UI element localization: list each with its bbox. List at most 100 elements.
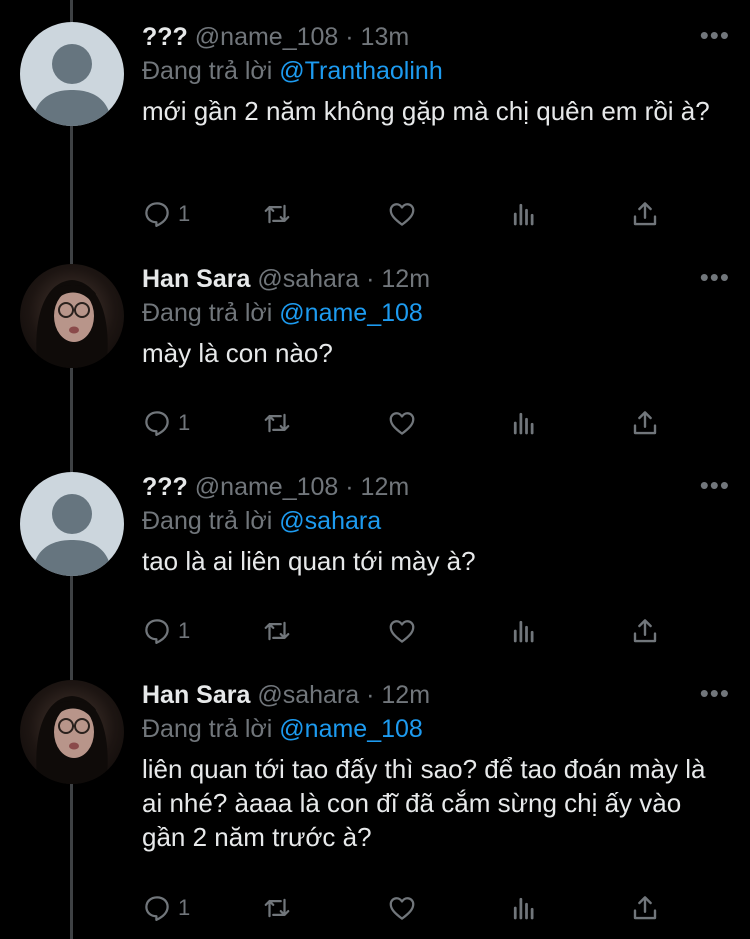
- reply-icon: [145, 896, 169, 921]
- share-icon: [633, 619, 657, 643]
- tweet[interactable]: ??? @name_108 · 13m ••• Đang trả lời @Tr…: [0, 20, 750, 252]
- reply-button[interactable]: 1: [142, 892, 190, 924]
- share-icon: [633, 896, 657, 920]
- mention-link[interactable]: @sahara: [279, 507, 381, 535]
- replying-label: Đang trả lời: [142, 57, 273, 85]
- retweet-icon: [264, 413, 290, 433]
- tweet[interactable]: Han Sara @sahara · 12m ••• Đang trả lời …: [0, 262, 750, 460]
- share-button[interactable]: [630, 615, 660, 647]
- tweet-text: liên quan tới tao đấy thì sao? để tao đo…: [142, 754, 706, 852]
- mention-link[interactable]: @name_108: [279, 299, 423, 327]
- retweet-button[interactable]: [262, 615, 292, 647]
- replying-to: Đang trả lời @sahara: [142, 506, 730, 536]
- mention-link[interactable]: @Tranthaolinh: [279, 57, 442, 85]
- thread-line: [70, 0, 73, 22]
- handle[interactable]: @sahara: [257, 265, 359, 293]
- share-icon: [633, 411, 657, 435]
- timestamp[interactable]: 12m: [361, 473, 410, 501]
- tweet-header: Han Sara @sahara · 12m: [142, 680, 730, 710]
- profile-photo: [36, 696, 108, 784]
- reply-button[interactable]: 1: [142, 615, 190, 647]
- share-button[interactable]: [630, 198, 660, 230]
- like-button[interactable]: [387, 615, 417, 647]
- more-options-icon[interactable]: •••: [700, 20, 730, 51]
- action-bar: 1: [142, 198, 662, 230]
- replying-label: Đang trả lời: [142, 507, 273, 535]
- retweet-button[interactable]: [262, 407, 292, 439]
- like-icon: [389, 897, 415, 920]
- share-button[interactable]: [630, 407, 660, 439]
- separator: ·: [366, 681, 375, 709]
- separator: ·: [345, 23, 354, 51]
- replying-to: Đang trả lời @Tranthaolinh: [142, 56, 730, 86]
- reply-icon: [145, 619, 169, 644]
- replying-to: Đang trả lời @name_108: [142, 714, 730, 744]
- reply-count: 1: [178, 618, 191, 643]
- handle[interactable]: @name_108: [195, 473, 339, 501]
- like-icon: [389, 620, 415, 643]
- analytics-icon: [513, 203, 534, 226]
- analytics-button[interactable]: [509, 892, 539, 924]
- avatar[interactable]: [20, 680, 124, 784]
- reply-count: 1: [178, 895, 191, 920]
- handle[interactable]: @sahara: [257, 681, 359, 709]
- more-options-icon[interactable]: •••: [700, 678, 730, 709]
- timestamp[interactable]: 13m: [361, 23, 410, 51]
- display-name[interactable]: Han Sara: [142, 265, 250, 293]
- analytics-icon: [513, 412, 534, 435]
- avatar[interactable]: [20, 472, 124, 576]
- analytics-icon: [513, 897, 534, 920]
- analytics-icon: [513, 620, 534, 643]
- action-bar: 1: [142, 407, 662, 439]
- reply-button[interactable]: 1: [142, 407, 190, 439]
- tweet-header: ??? @name_108 · 13m: [142, 22, 730, 52]
- action-bar: 1: [142, 892, 662, 924]
- retweet-icon: [264, 621, 290, 641]
- display-name[interactable]: Han Sara: [142, 681, 250, 709]
- more-options-icon[interactable]: •••: [700, 470, 730, 501]
- tweet[interactable]: ??? @name_108 · 12m ••• Đang trả lời @sa…: [0, 470, 750, 668]
- retweet-button[interactable]: [262, 198, 292, 230]
- reply-icon: [145, 411, 169, 436]
- default-avatar-icon: [32, 44, 112, 126]
- like-icon: [389, 412, 415, 435]
- like-button[interactable]: [387, 198, 417, 230]
- profile-photo: [36, 280, 108, 368]
- share-button[interactable]: [630, 892, 660, 924]
- tweet-text: mới gần 2 năm không gặp mà chị quên em r…: [142, 96, 710, 126]
- like-button[interactable]: [387, 407, 417, 439]
- reply-icon: [145, 202, 169, 227]
- analytics-button[interactable]: [509, 407, 539, 439]
- like-button[interactable]: [387, 892, 417, 924]
- like-icon: [389, 203, 415, 226]
- analytics-button[interactable]: [509, 198, 539, 230]
- replying-label: Đang trả lời: [142, 715, 273, 743]
- separator: ·: [345, 473, 354, 501]
- more-options-icon[interactable]: •••: [700, 262, 730, 293]
- retweet-button[interactable]: [262, 892, 292, 924]
- default-avatar-icon: [32, 494, 112, 576]
- reply-button[interactable]: 1: [142, 198, 190, 230]
- display-name[interactable]: ???: [142, 473, 188, 501]
- avatar[interactable]: [20, 22, 124, 126]
- action-bar: 1: [142, 615, 662, 647]
- display-name[interactable]: ???: [142, 23, 188, 51]
- tweet-header: ??? @name_108 · 12m: [142, 472, 730, 502]
- tweet-text: tao là ai liên quan tới mày à?: [142, 546, 476, 576]
- handle[interactable]: @name_108: [195, 23, 339, 51]
- retweet-icon: [264, 204, 290, 224]
- separator: ·: [366, 265, 375, 293]
- timestamp[interactable]: 12m: [381, 681, 430, 709]
- mention-link[interactable]: @name_108: [279, 715, 423, 743]
- replying-to: Đang trả lời @name_108: [142, 298, 730, 328]
- avatar[interactable]: [20, 264, 124, 368]
- tweet[interactable]: Han Sara @sahara · 12m ••• Đang trả lời …: [0, 678, 750, 939]
- timestamp[interactable]: 12m: [381, 265, 430, 293]
- retweet-icon: [264, 898, 290, 918]
- analytics-button[interactable]: [509, 615, 539, 647]
- tweet-header: Han Sara @sahara · 12m: [142, 264, 730, 294]
- replying-label: Đang trả lời: [142, 299, 273, 327]
- tweet-text: mày là con nào?: [142, 338, 333, 368]
- reply-count: 1: [178, 410, 191, 435]
- reply-count: 1: [178, 201, 191, 226]
